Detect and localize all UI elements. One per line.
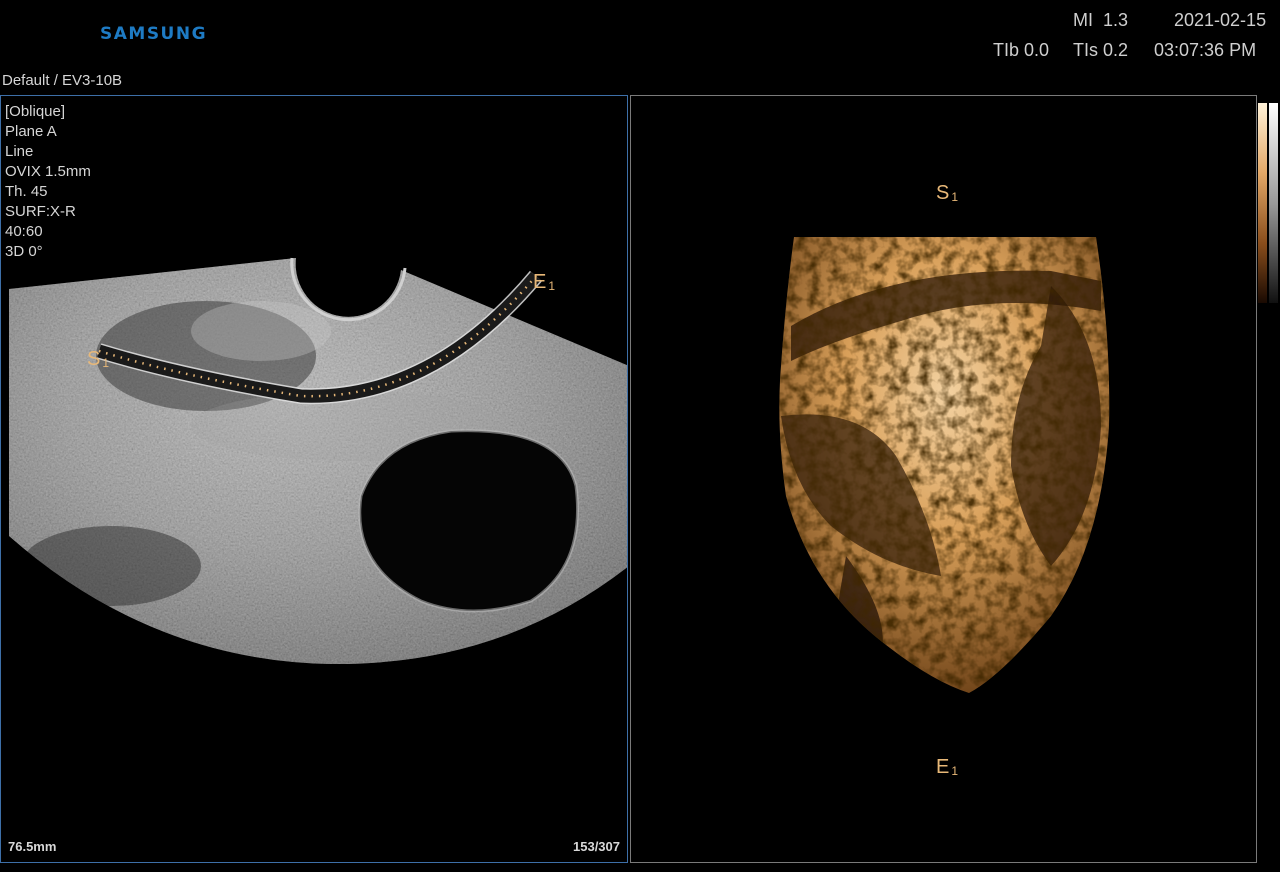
tib-value: 0.0	[1024, 40, 1050, 60]
param-threshold: Th. 45	[5, 183, 48, 200]
frame-counter: 153/307	[573, 839, 620, 854]
tib-readout: TIb 0.0	[993, 40, 1049, 61]
param-ratio: 40:60	[5, 223, 43, 240]
date-readout: 2021-02-15	[1174, 10, 1267, 30]
render-end-marker[interactable]: E1	[936, 756, 958, 779]
render-start-letter: S	[936, 182, 950, 204]
end-marker-index: 1	[548, 279, 556, 293]
param-trace-type: Line	[5, 143, 34, 160]
preset-label: Default / EV3-10B	[2, 72, 123, 89]
param-plane: Plane A	[5, 123, 57, 140]
param-ovix: OVIX 1.5mm	[5, 163, 91, 180]
3d-render-image[interactable]	[631, 96, 1257, 863]
mi-value: 1.3	[1103, 10, 1129, 30]
render-end-index: 1	[951, 764, 959, 778]
end-marker-letter: E	[533, 271, 547, 293]
tis-readout: TIs 0.2	[1073, 40, 1128, 61]
param-mode: [Oblique]	[5, 103, 66, 120]
start-marker-index: 1	[102, 356, 110, 370]
param-surface: SURF:X-R	[5, 203, 76, 220]
left-end-marker[interactable]: E1	[533, 271, 555, 294]
mi-label: MI	[1073, 10, 1093, 30]
left-plane-panel[interactable]: [Oblique] Plane A Line OVIX 1.5mm Th. 45…	[0, 95, 628, 863]
time-readout: 03:07:36 PM	[1154, 40, 1257, 60]
render-start-marker[interactable]: S1	[936, 182, 958, 205]
render-end-letter: E	[936, 756, 950, 778]
start-marker-letter: S	[87, 348, 101, 370]
color-map-bar	[1258, 103, 1278, 303]
left-start-marker[interactable]: S1	[87, 348, 109, 371]
scan-parameters: [Oblique] Plane A Line OVIX 1.5mm Th. 45…	[5, 102, 91, 262]
color-map-gray	[1269, 103, 1278, 303]
color-map-warm	[1258, 103, 1267, 303]
param-rotation: 3D 0°	[5, 243, 43, 260]
render-start-index: 1	[951, 190, 959, 204]
render-panel[interactable]: S1 E1	[630, 95, 1257, 863]
brand-logo: SAMSUNG	[100, 24, 208, 44]
mi-readout: MI 1.3	[1073, 10, 1128, 31]
tib-label: TIb	[993, 40, 1020, 60]
ultrasound-sector-image[interactable]	[1, 96, 628, 863]
tis-label: TIs	[1073, 40, 1098, 60]
depth-readout: 76.5mm	[8, 839, 57, 854]
tis-value: 0.2	[1103, 40, 1129, 60]
